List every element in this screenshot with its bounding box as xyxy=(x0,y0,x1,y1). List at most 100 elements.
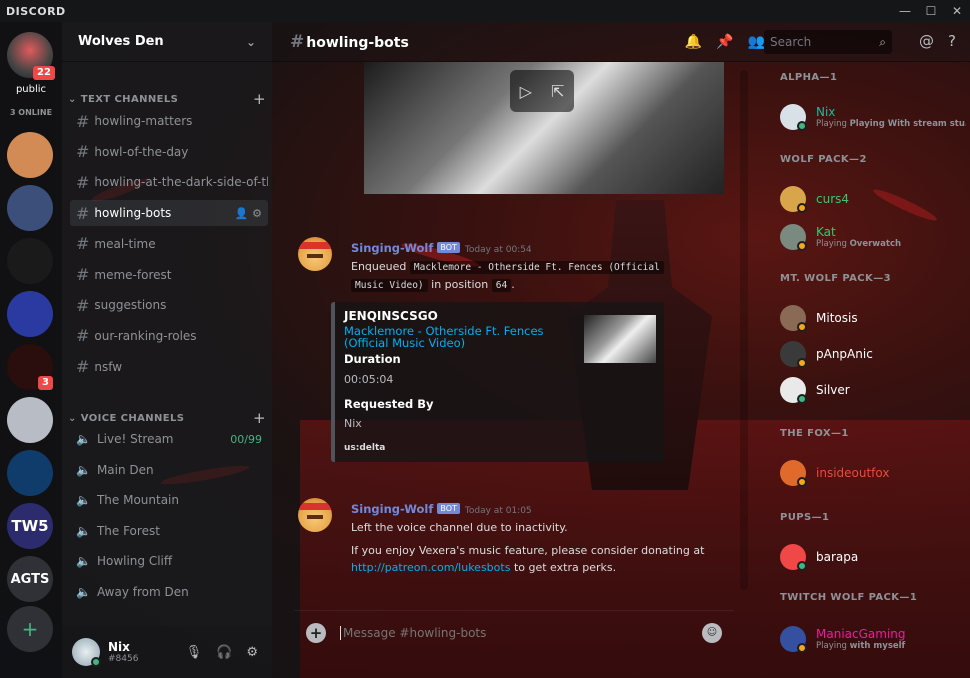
embed-thumbnail[interactable] xyxy=(584,315,656,363)
embed-title: JENQINSCSGO xyxy=(344,309,438,323)
voice-channel-live-stream[interactable]: 🔈 Live! Stream 00/99 xyxy=(70,426,268,452)
add-channel-icon[interactable]: + xyxy=(253,90,266,108)
maximize-button[interactable]: ☐ xyxy=(918,4,944,18)
member-barapa[interactable]: barapa xyxy=(780,540,966,574)
channel-nsfw[interactable]: # nsfw xyxy=(70,354,268,380)
user-panel: Nix #8456 🎙 🎧 ⚙ xyxy=(62,626,272,678)
channel-label: suggestions xyxy=(94,298,167,313)
idle-status-icon xyxy=(797,241,807,251)
bell-icon[interactable]: 🔔 xyxy=(685,34,702,50)
invite-icon[interactable]: 👤 xyxy=(235,207,249,220)
add-channel-icon[interactable]: + xyxy=(253,409,266,427)
scrollbar[interactable] xyxy=(740,70,748,590)
message-author[interactable]: Singing-Wolf xyxy=(351,241,433,255)
embed-link[interactable]: Macklemore - Otherside Ft. Fences (Offic… xyxy=(344,325,544,349)
voice-channel-howling-cliff[interactable]: 🔈 Howling Cliff xyxy=(70,548,268,574)
channel-howl-of-the-day[interactable]: # howl-of-the-day xyxy=(70,139,268,165)
channel-howling-at-the-dark-side-of-th[interactable]: # howling-at-the-dark-side-of-th.. xyxy=(70,169,268,195)
video-embed[interactable]: ▷ ⇱ xyxy=(364,62,724,194)
member-name: barapa xyxy=(816,550,859,564)
channel-howling-bots[interactable]: # howling-bots 👤 ⚙ xyxy=(70,200,268,227)
add-server-button[interactable]: + xyxy=(7,606,53,652)
channel-suggestions[interactable]: # suggestions xyxy=(70,292,268,318)
voice-channels-category[interactable]: ⌄ VOICE CHANNELS + xyxy=(68,409,266,427)
channel-meal-time[interactable]: # meal-time xyxy=(70,231,268,257)
server-name: Wolves Den xyxy=(78,34,164,49)
idle-status-icon xyxy=(797,203,807,213)
voice-channel-the-forest[interactable]: 🔈 The Forest xyxy=(70,518,268,544)
hash-icon: # xyxy=(290,31,305,52)
voice-channel-main-den[interactable]: 🔈 Main Den xyxy=(70,457,268,483)
headphones-icon[interactable]: 🎧 xyxy=(216,645,232,660)
channel-settings-icon[interactable]: ⚙ xyxy=(252,207,262,220)
chevron-down-icon[interactable]: ⌄ xyxy=(246,35,256,49)
guild-communism[interactable] xyxy=(7,238,53,284)
voice-channel-away-from-den[interactable]: 🔈 Away from Den xyxy=(70,579,268,605)
channel-meme-forest[interactable]: # meme-forest xyxy=(70,262,268,288)
chat-header: # howling-bots 🔔 📌 👥 Search ⌕ @ ? xyxy=(272,22,970,62)
member-panpanic[interactable]: pAnpAnic xyxy=(780,337,966,371)
hash-icon: # xyxy=(76,265,90,284)
search-box[interactable]: Search ⌕ xyxy=(764,30,892,54)
guild-agts[interactable]: AGTS xyxy=(7,556,53,602)
channel-label: our-ranking-roles xyxy=(94,328,197,343)
guild-blue-ring[interactable] xyxy=(7,450,53,496)
guild-knight[interactable] xyxy=(7,397,53,443)
channel-howling-matters[interactable]: # howling-matters xyxy=(70,108,268,134)
message-author[interactable]: Singing-Wolf xyxy=(351,502,433,516)
microphone-icon[interactable]: 🎙 xyxy=(186,645,203,660)
channel-sidebar: Wolves Den ⌄ ⌄ TEXT CHANNELS + # howling-… xyxy=(62,22,272,678)
user-tag: #8456 xyxy=(108,654,139,664)
member-insideoutfox[interactable]: insideoutfox xyxy=(780,456,966,490)
member-maniacgaming[interactable]: ManiacGaming Playing with myself xyxy=(780,622,966,656)
close-button[interactable]: ✕ xyxy=(944,4,970,18)
user-avatar[interactable] xyxy=(72,638,101,667)
guild-nebula[interactable] xyxy=(7,291,53,337)
external-link-icon[interactable]: ⇱ xyxy=(551,82,564,101)
pin-icon[interactable]: 📌 xyxy=(716,34,733,50)
inline-code: Music Video) xyxy=(351,279,428,292)
mention-icon[interactable]: @ xyxy=(919,32,934,50)
play-icon[interactable]: ▷ xyxy=(520,82,532,101)
member-silver[interactable]: Silver xyxy=(780,373,966,407)
members-icon[interactable]: 👥 xyxy=(748,34,765,50)
server-header[interactable]: Wolves Den ⌄ xyxy=(62,22,272,62)
channel-label: howling-bots xyxy=(94,206,172,221)
bot-avatar[interactable] xyxy=(298,237,332,271)
member-curs4[interactable]: curs4 xyxy=(780,182,966,216)
member-activity: Playing Overwatch xyxy=(816,239,902,249)
message-input[interactable] xyxy=(340,625,702,640)
speaker-icon: 🔈 xyxy=(76,432,91,446)
member-category: PUPS—1 xyxy=(780,512,830,523)
member-kat[interactable]: Kat Playing Overwatch xyxy=(780,220,966,254)
gear-icon[interactable]: ⚙ xyxy=(246,645,258,660)
user-limit: 00/99 xyxy=(230,432,262,446)
online-status-icon xyxy=(797,561,807,571)
guild-tw5[interactable]: TW5 xyxy=(7,503,53,549)
speaker-icon: 🔈 xyxy=(76,554,91,568)
upload-button[interactable]: + xyxy=(306,622,326,643)
embed-field-value: Nix xyxy=(344,417,362,430)
channel-label: Live! Stream xyxy=(96,432,174,446)
help-icon[interactable]: ? xyxy=(948,32,956,50)
online-status-icon xyxy=(91,657,101,667)
channel-our-ranking-roles[interactable]: # our-ranking-roles xyxy=(70,323,268,349)
guild-husky[interactable] xyxy=(7,132,53,178)
text-channels-category[interactable]: ⌄ TEXT CHANNELS + xyxy=(68,90,266,108)
member-avatar xyxy=(780,377,807,404)
member-nix[interactable]: Nix Playing Playing With stream stu.. xyxy=(780,100,966,134)
guild-town[interactable] xyxy=(7,185,53,231)
bot-avatar[interactable] xyxy=(298,498,332,532)
member-mitosis[interactable]: Mitosis xyxy=(780,301,966,335)
message-link[interactable]: http://patreon.com/lukesbots xyxy=(351,561,510,574)
hash-icon: # xyxy=(76,295,90,315)
voice-channel-the-mountain[interactable]: 🔈 The Mountain xyxy=(70,487,268,513)
emoji-icon[interactable]: ☺ xyxy=(702,622,722,643)
channel-label: howling-matters xyxy=(94,114,193,128)
channel-label: meal-time xyxy=(94,236,156,251)
member-avatar xyxy=(780,224,807,251)
minimize-button[interactable]: — xyxy=(892,4,918,18)
hash-icon: # xyxy=(76,326,90,346)
channel-label: howling-at-the-dark-side-of-th.. xyxy=(94,175,268,190)
search-input[interactable]: Search xyxy=(770,35,811,49)
